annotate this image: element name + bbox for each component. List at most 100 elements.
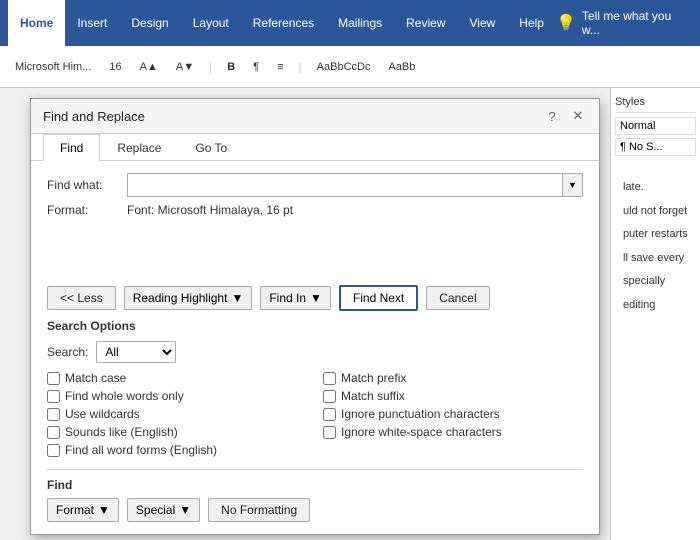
tab-mailings[interactable]: Mailings <box>326 0 394 46</box>
style-item-normal[interactable]: Normal <box>615 117 696 135</box>
special-button[interactable]: Special ▼ <box>127 498 200 522</box>
search-select[interactable]: All Up Down <box>96 341 176 363</box>
find-next-button[interactable]: Find Next <box>339 285 418 311</box>
search-row: Search: All Up Down <box>47 341 583 363</box>
no-formatting-button[interactable]: No Formatting <box>208 498 310 522</box>
dialog-tabs: Find Replace Go To <box>31 134 599 161</box>
doc-line-3: puter restarts <box>615 223 696 247</box>
doc-right-text: late. uld not forget puter restarts ll s… <box>615 176 696 318</box>
sounds-like-checkbox[interactable] <box>47 426 60 439</box>
dialog-title: Find and Replace <box>43 109 145 124</box>
less-button[interactable]: << Less <box>47 286 116 310</box>
doc-line-4: ll save every <box>615 247 696 271</box>
tab-home[interactable]: Home <box>8 0 65 46</box>
whole-words-label[interactable]: Find whole words only <box>65 389 184 403</box>
dropdown-arrow-icon2: ▼ <box>310 291 322 305</box>
wildcards-row: Use wildcards <box>47 407 307 421</box>
search-label: Search: <box>47 345 88 359</box>
match-suffix-checkbox[interactable] <box>323 390 336 403</box>
dialog-title-bar: Find and Replace ? ✕ <box>31 99 599 134</box>
tab-goto[interactable]: Go To <box>178 134 244 161</box>
find-what-label: Find what: <box>47 178 127 192</box>
font-size-dropdown[interactable]: 16 <box>102 58 128 76</box>
tab-design[interactable]: Design <box>119 0 180 46</box>
bottom-section: Find Format ▼ Special ▼ No Formatting <box>47 469 583 522</box>
search-options-label: Search Options <box>47 319 583 333</box>
find-what-input[interactable] <box>128 174 562 196</box>
find-what-input-wrap: ▼ <box>127 173 583 197</box>
match-case-checkbox[interactable] <box>47 372 60 385</box>
ignore-punct-label[interactable]: Ignore punctuation characters <box>341 407 500 421</box>
dialog-body: Find what: ▼ Format: Font: Microsoft Him… <box>31 161 599 534</box>
checkboxes-grid: Match case Match prefix Find whole words… <box>47 371 583 457</box>
action-buttons-row: << Less Reading Highlight ▼ Find In ▼ Fi… <box>47 285 583 311</box>
match-prefix-row: Match prefix <box>323 371 583 385</box>
special-dropdown-arrow-icon: ▼ <box>179 503 191 517</box>
main-area: Find and Replace ? ✕ Find Replace Go To … <box>0 88 700 540</box>
styles-panel: Styles Normal ¶ No S... late. uld not fo… <box>610 88 700 540</box>
doc-snippet: late. uld not forget puter restarts ll s… <box>615 176 696 318</box>
wildcards-checkbox[interactable] <box>47 408 60 421</box>
bottom-find-label: Find <box>47 478 583 492</box>
font-name-dropdown[interactable]: Microsoft Him... <box>8 58 98 76</box>
ribbon: Home Insert Design Layout References Mai… <box>0 0 700 46</box>
dialog-help-button[interactable]: ? <box>543 107 561 125</box>
find-in-button[interactable]: Find In ▼ <box>260 286 331 310</box>
style-item-no-spacing[interactable]: ¶ No S... <box>615 138 696 156</box>
match-case-row: Match case <box>47 371 307 385</box>
format-button[interactable]: Format ▼ <box>47 498 119 522</box>
match-case-label[interactable]: Match case <box>65 371 126 385</box>
doc-area: Find and Replace ? ✕ Find Replace Go To … <box>0 88 610 540</box>
tab-insert[interactable]: Insert <box>65 0 119 46</box>
ignore-space-checkbox[interactable] <box>323 426 336 439</box>
tab-help[interactable]: Help <box>507 0 556 46</box>
cancel-button[interactable]: Cancel <box>426 286 489 310</box>
paragraph-button[interactable]: ¶ <box>246 58 266 76</box>
bottom-btn-row: Format ▼ Special ▼ No Formatting <box>47 498 583 522</box>
match-suffix-label[interactable]: Match suffix <box>341 389 405 403</box>
match-prefix-label[interactable]: Match prefix <box>341 371 406 385</box>
sounds-like-label[interactable]: Sounds like (English) <box>65 425 178 439</box>
tab-view[interactable]: View <box>458 0 508 46</box>
tab-replace[interactable]: Replace <box>100 134 178 161</box>
format-label: Format: <box>47 203 127 217</box>
doc-line-6: editing <box>615 294 696 318</box>
reading-highlight-button[interactable]: Reading Highlight ▼ <box>124 286 253 310</box>
doc-line-1: late. <box>615 176 696 200</box>
find-replace-dialog: Find and Replace ? ✕ Find Replace Go To … <box>30 98 600 535</box>
ribbon-right: 💡 Tell me what you w... <box>556 9 692 37</box>
ignore-space-row: Ignore white-space characters <box>323 425 583 439</box>
all-forms-row: Find all word forms (English) <box>47 443 307 457</box>
spacer <box>47 225 583 285</box>
tab-layout[interactable]: Layout <box>181 0 241 46</box>
dialog-close-button[interactable]: ✕ <box>569 107 587 125</box>
all-forms-label[interactable]: Find all word forms (English) <box>65 443 217 457</box>
ribbon-tabs: Home Insert Design Layout References Mai… <box>8 0 556 46</box>
tab-find[interactable]: Find <box>43 134 100 161</box>
ignore-punct-checkbox[interactable] <box>323 408 336 421</box>
wildcards-label[interactable]: Use wildcards <box>65 407 140 421</box>
match-prefix-checkbox[interactable] <box>323 372 336 385</box>
whole-words-row: Find whole words only <box>47 389 307 403</box>
format-value: Font: Microsoft Himalaya, 16 pt <box>127 203 293 217</box>
style-normal[interactable]: AaBbCcDc <box>310 58 378 76</box>
tab-review[interactable]: Review <box>394 0 457 46</box>
all-forms-checkbox[interactable] <box>47 444 60 457</box>
styles-panel-header: Styles <box>615 92 696 113</box>
tell-me-text[interactable]: Tell me what you w... <box>582 9 692 37</box>
doc-line-5: specially <box>615 270 696 294</box>
whole-words-checkbox[interactable] <box>47 390 60 403</box>
shrink-font-button[interactable]: A▼ <box>169 58 201 76</box>
style-no-spacing[interactable]: AaBb <box>381 58 422 76</box>
find-what-dropdown-btn[interactable]: ▼ <box>562 174 582 196</box>
toolbar-row: Microsoft Him... 16 A▲ A▼ | B ¶ ≡ | AaBb… <box>0 46 700 88</box>
bold-button[interactable]: B <box>220 58 242 76</box>
grow-font-button[interactable]: A▲ <box>133 58 165 76</box>
tab-references[interactable]: References <box>241 0 326 46</box>
sounds-like-row: Sounds like (English) <box>47 425 307 439</box>
format-row: Format: Font: Microsoft Himalaya, 16 pt <box>47 203 583 217</box>
ignore-space-label[interactable]: Ignore white-space characters <box>341 425 502 439</box>
align-button[interactable]: ≡ <box>270 58 290 76</box>
lightbulb-icon: 💡 <box>556 13 576 33</box>
format-dropdown-arrow-icon: ▼ <box>98 503 110 517</box>
